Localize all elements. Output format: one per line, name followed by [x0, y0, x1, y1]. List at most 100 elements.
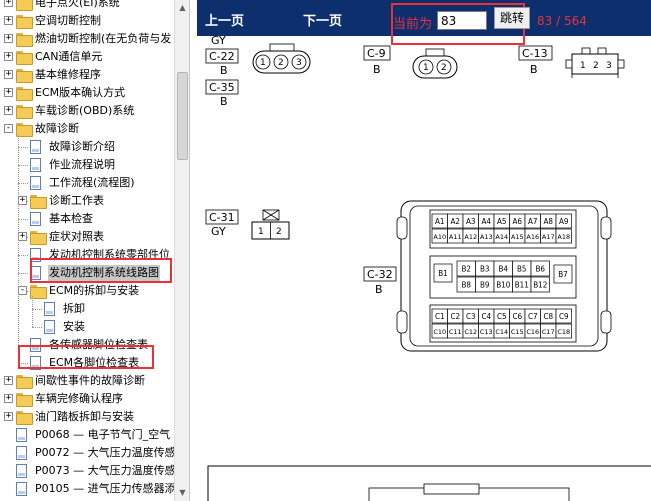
- tree-item[interactable]: + 症状对照表: [0, 228, 174, 246]
- expand-plus-icon[interactable]: +: [18, 196, 27, 205]
- tree-list: + 电子点火(EI)系统 + 空调切断控制 + 燃油切断控制(在无负荷与发 + CAN通信单元…: [0, 0, 177, 498]
- expand-plus-icon[interactable]: +: [4, 376, 13, 385]
- jump-button[interactable]: 跳转: [494, 7, 530, 29]
- tree-scrollbar[interactable]: ▲ ▼: [174, 0, 189, 501]
- tree-item[interactable]: P0072 — 大气压力温度传感: [0, 444, 177, 462]
- c32-id: C-32: [367, 268, 393, 281]
- ecm-pin-a5: A5: [497, 217, 507, 226]
- expand-plus-icon[interactable]: +: [4, 34, 13, 43]
- c31-color: GY: [211, 225, 226, 238]
- ecm-pin-a17: A17: [542, 233, 555, 241]
- tree-item-label[interactable]: 故障诊断: [34, 121, 80, 137]
- ecm-pin-a15: A15: [511, 233, 524, 241]
- tree-item-label[interactable]: 基本维修程序: [34, 67, 102, 83]
- ecm-pin-b11: B11: [515, 281, 529, 290]
- expand-plus-icon[interactable]: +: [4, 52, 13, 61]
- tree-item-label[interactable]: 诊断工作表: [48, 193, 105, 209]
- tree-item[interactable]: + 间歇性事件的故障诊断: [0, 372, 174, 390]
- tree-item[interactable]: P0068 — 电子节气门_空气: [0, 426, 174, 444]
- tree-item[interactable]: + 电子点火(EI)系统: [0, 0, 174, 12]
- tree-item[interactable]: 基本检查: [0, 210, 174, 228]
- tree-item-label[interactable]: ECM版本确认方式: [34, 85, 126, 101]
- tree-item-label[interactable]: 间歇性事件的故障诊断: [34, 373, 146, 389]
- ecm-pin-b6: B6: [535, 265, 545, 274]
- document-icon: [30, 140, 41, 154]
- expand-plus-icon[interactable]: +: [4, 70, 13, 79]
- prev-page-link[interactable]: 上一页: [205, 10, 244, 29]
- tree-item[interactable]: 作业流程说明: [0, 156, 174, 174]
- tree-item-label[interactable]: 电子点火(EI)系统: [34, 0, 121, 11]
- tree-item[interactable]: + 诊断工作表: [0, 192, 174, 210]
- expand-plus-icon[interactable]: +: [4, 412, 13, 421]
- tree-connector-line: [18, 147, 28, 148]
- expand-plus-icon[interactable]: +: [4, 88, 13, 97]
- tree-item[interactable]: P0073 — 大气压力温度传感: [0, 462, 177, 480]
- tree-item[interactable]: + 基本维修程序: [0, 66, 174, 84]
- page-count: 83 / 564: [537, 14, 587, 28]
- tree-item-label[interactable]: 发动机控制系统零部件位: [48, 247, 171, 263]
- tree-item[interactable]: - ECM的拆卸与安装: [0, 282, 174, 300]
- tree-item-label[interactable]: 作业流程说明: [48, 157, 116, 173]
- tree-item[interactable]: + 车载诊断(OBD)系统: [0, 102, 174, 120]
- tree-item-label[interactable]: 拆卸: [62, 301, 86, 317]
- expand-plus-icon[interactable]: +: [4, 16, 13, 25]
- ecm-pin-c18: C18: [557, 328, 570, 336]
- document-icon: [30, 266, 41, 280]
- tree-item-label[interactable]: 基本检查: [48, 211, 94, 227]
- tree-item[interactable]: + CAN通信单元: [0, 48, 174, 66]
- scroll-up-arrow-icon[interactable]: ▲: [175, 0, 189, 16]
- folder-icon: [30, 195, 47, 209]
- tree-item-label[interactable]: 车辆完修确认程序: [34, 391, 124, 407]
- tree-item-label[interactable]: 工作流程(流程图): [48, 175, 136, 191]
- tree-item-label[interactable]: ECM各脚位检查表: [48, 355, 140, 371]
- tree-item[interactable]: ECM各脚位检查表: [0, 354, 174, 372]
- scrollbar-thumb[interactable]: [177, 72, 188, 160]
- collapse-minus-icon[interactable]: -: [4, 124, 13, 133]
- tree-item[interactable]: + 车辆完修确认程序: [0, 390, 174, 408]
- tree-item-label[interactable]: ECM的拆卸与安装: [48, 283, 140, 299]
- ecm-pin-a14: A14: [495, 233, 508, 241]
- tree-item-label[interactable]: 空调切断控制: [34, 13, 102, 29]
- tree-item[interactable]: - 故障诊断: [0, 120, 174, 138]
- tree-item[interactable]: 各传感器脚位检查表: [0, 336, 174, 354]
- expand-plus-icon[interactable]: +: [4, 106, 13, 115]
- ecm-pin-c2: C2: [450, 312, 460, 321]
- tree-item-label[interactable]: CAN通信单元: [34, 49, 103, 65]
- collapse-minus-icon[interactable]: -: [18, 286, 27, 295]
- tree-item[interactable]: + ECM版本确认方式: [0, 84, 174, 102]
- tree-item-label[interactable]: 各传感器脚位检查表: [48, 337, 149, 353]
- tree-item[interactable]: P0105 — 进气压力传感器添: [0, 480, 177, 498]
- tree-item[interactable]: + 油门踏板拆卸与安装: [0, 408, 174, 426]
- expand-plus-icon[interactable]: +: [4, 394, 13, 403]
- c22-color-b: B: [220, 64, 228, 77]
- c31-pin-1: 1: [258, 227, 264, 237]
- tree-item-label[interactable]: 油门踏板拆卸与安装: [34, 409, 135, 425]
- next-connector-tab: [423, 483, 480, 495]
- tree-item[interactable]: 拆卸: [0, 300, 174, 318]
- tree-item-label[interactable]: P0068 — 电子节气门_空气: [34, 427, 171, 443]
- expand-plus-icon[interactable]: +: [4, 0, 13, 7]
- tree-item-label[interactable]: 燃油切断控制(在无负荷与发: [34, 31, 172, 47]
- expand-plus-icon[interactable]: +: [18, 232, 27, 241]
- tree-item[interactable]: + 空调切断控制: [0, 12, 174, 30]
- tree-item-label[interactable]: 发动机控制系统线路图: [48, 265, 160, 281]
- page-number-input[interactable]: [437, 11, 487, 30]
- tree-item-label[interactable]: P0073 — 大气压力温度传感: [34, 463, 177, 479]
- c13-pin-2: 2: [593, 61, 599, 71]
- tree-item-label[interactable]: 症状对照表: [48, 229, 105, 245]
- tree-item[interactable]: + 燃油切断控制(在无负荷与发: [0, 30, 174, 48]
- next-page-link[interactable]: 下一页: [303, 10, 342, 29]
- scroll-down-arrow-icon[interactable]: ▼: [175, 485, 189, 501]
- c13-color: B: [530, 63, 538, 76]
- tree-item[interactable]: 工作流程(流程图): [0, 174, 174, 192]
- tree-item-label[interactable]: 故障诊断介绍: [48, 139, 116, 155]
- tree-item-label[interactable]: P0072 — 大气压力温度传感: [34, 445, 177, 461]
- tree-item[interactable]: 故障诊断介绍: [0, 138, 174, 156]
- tree-item-label[interactable]: 安装: [62, 319, 86, 335]
- tree-item-label[interactable]: 车载诊断(OBD)系统: [34, 103, 135, 119]
- tree-item[interactable]: 安装: [0, 318, 174, 336]
- ecm-pin-a10: A10: [433, 233, 446, 241]
- tree-item[interactable]: 发动机控制系统零部件位: [0, 246, 174, 264]
- tree-item[interactable]: 发动机控制系统线路图: [0, 264, 174, 282]
- tree-item-label[interactable]: P0105 — 进气压力传感器添: [34, 481, 177, 497]
